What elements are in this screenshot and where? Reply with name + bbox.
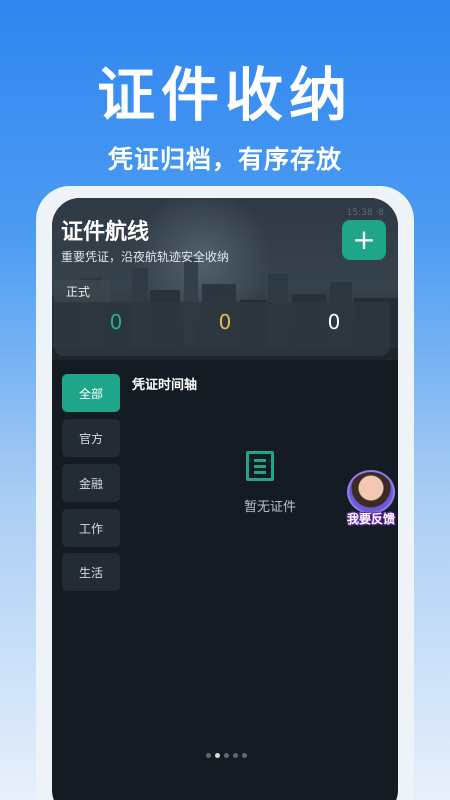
category-work[interactable]: 工作 [62, 509, 120, 547]
document-icon [246, 451, 274, 481]
stat-count-1: 0 [109, 310, 123, 334]
status-bar-text: 15:38 ·8 [346, 208, 384, 218]
category-official[interactable]: 官方 [62, 419, 120, 457]
plus-icon: + [352, 223, 376, 256]
promo-title: 证件收纳 [96, 61, 353, 129]
page-dot [242, 753, 247, 758]
page-dot [224, 753, 229, 758]
customer-service-avatar-icon [347, 470, 395, 514]
promo-subtitle: 凭证归档，有序存放 [107, 145, 342, 174]
category-life[interactable]: 生活 [62, 553, 120, 591]
add-certificate-button[interactable]: + [342, 220, 386, 260]
feedback-button[interactable]: 我要反馈 [344, 470, 400, 526]
app-subtitle: 重要凭证，沿夜航轨迹安全收纳 [61, 250, 230, 264]
timeline-title: 凭证时间轴 [132, 378, 198, 393]
page-dot [206, 753, 211, 758]
stats-card: 0 0 0 [54, 302, 390, 356]
category-finance[interactable]: 金融 [62, 464, 120, 502]
category-all[interactable]: 全部 [62, 374, 120, 412]
page-indicator [206, 753, 247, 758]
page-dot [233, 753, 238, 758]
stat-count-3: 0 [327, 310, 341, 334]
page-dot-active [215, 753, 220, 758]
app-title: 证件航线 [61, 220, 150, 245]
environment-tag: 正式 [54, 280, 110, 302]
stat-count-2: 0 [218, 310, 232, 334]
empty-state-text: 暂无证件 [243, 500, 296, 515]
feedback-label: 我要反馈 [346, 512, 395, 526]
